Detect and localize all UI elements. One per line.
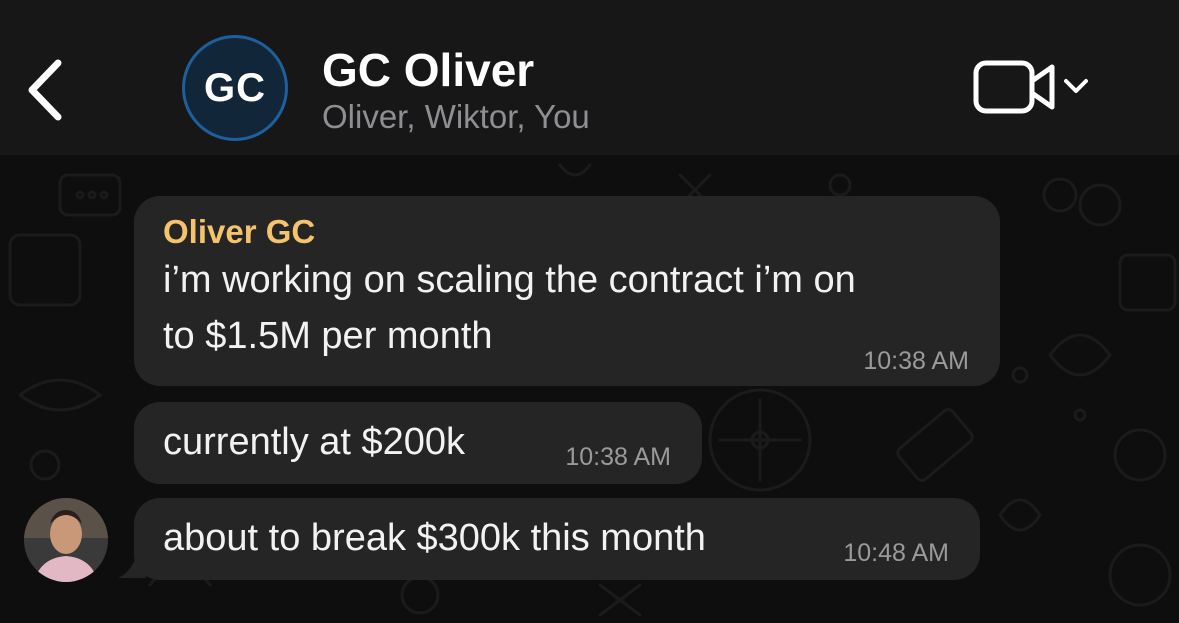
chat-wallpaper: Oliver GC i’m working on scaling the con… bbox=[0, 155, 1179, 623]
message-text: about to break $300k this month bbox=[163, 517, 706, 559]
video-camera-icon bbox=[973, 60, 1088, 114]
message-text-line: i’m working on scaling the contract i’m … bbox=[163, 259, 856, 301]
video-call-button[interactable] bbox=[972, 55, 1096, 119]
message-text: currently at $200k bbox=[163, 421, 466, 463]
message-time: 10:38 AM bbox=[565, 443, 671, 471]
sender-avatar[interactable] bbox=[24, 498, 108, 582]
message-text-line: to $1.5M per month bbox=[163, 315, 493, 357]
message-time: 10:38 AM bbox=[863, 347, 969, 375]
message-bubble[interactable]: currently at $200k 10:38 AM bbox=[134, 402, 702, 484]
group-avatar[interactable]: GC bbox=[182, 35, 288, 141]
avatar-initials: GC bbox=[204, 65, 266, 110]
sender-name[interactable]: Oliver GC bbox=[163, 212, 315, 252]
chat-title[interactable]: GC Oliver bbox=[322, 44, 534, 96]
chevron-down-icon bbox=[1064, 79, 1088, 93]
message-time: 10:48 AM bbox=[843, 539, 949, 567]
message-bubble[interactable]: about to break $300k this month 10:48 AM bbox=[134, 498, 980, 580]
chat-participants[interactable]: Oliver, Wiktor, You bbox=[322, 98, 590, 136]
chevron-left-icon bbox=[28, 59, 62, 121]
message-bubble[interactable]: Oliver GC i’m working on scaling the con… bbox=[134, 196, 1000, 386]
chat-header: GC GC Oliver Oliver, Wiktor, You bbox=[0, 0, 1179, 155]
back-button[interactable] bbox=[18, 55, 78, 125]
avatar-photo bbox=[24, 498, 108, 582]
